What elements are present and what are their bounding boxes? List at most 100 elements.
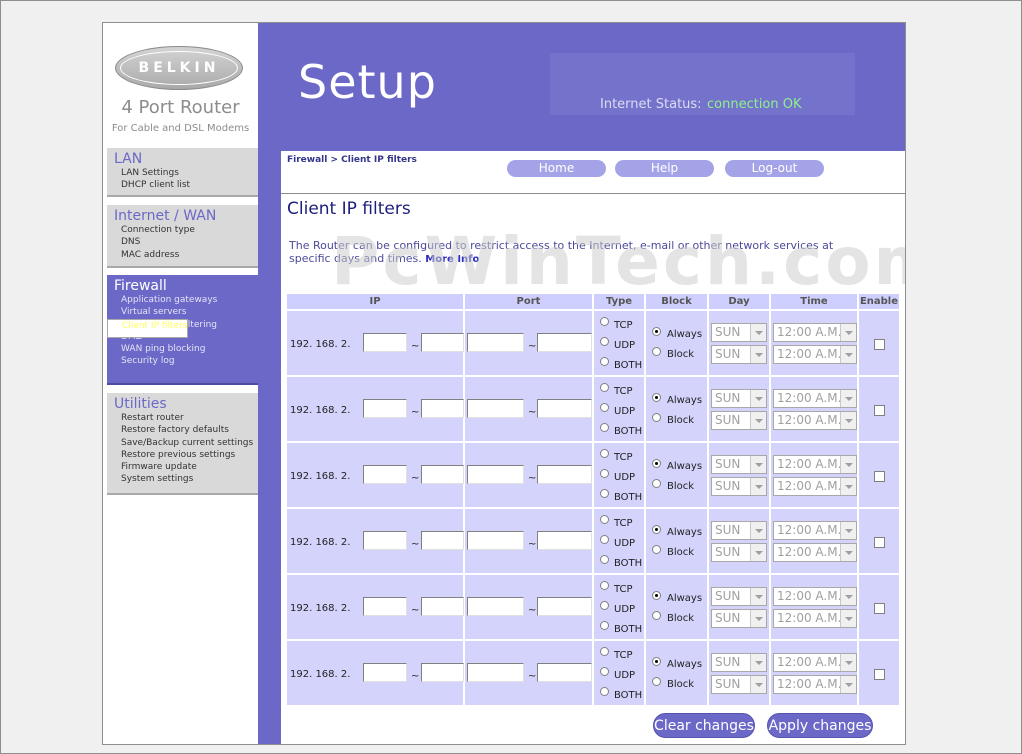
- ip-start-input[interactable]: [363, 663, 407, 682]
- ip-start-input[interactable]: [363, 465, 407, 484]
- ip-end-input[interactable]: [421, 531, 464, 550]
- home-button[interactable]: Home: [507, 160, 606, 177]
- logout-button[interactable]: Log-out: [725, 160, 824, 177]
- block-time-block-radio[interactable]: [652, 677, 661, 686]
- enable-checkbox[interactable]: [874, 405, 885, 416]
- port-end-input[interactable]: [537, 531, 592, 550]
- menu-item-restore-factory-defaults[interactable]: Restore factory defaults: [107, 424, 258, 436]
- day-start-select[interactable]: SUN: [711, 455, 767, 474]
- menu-item-security-log[interactable]: Security log: [107, 355, 258, 367]
- menu-heading-firewall[interactable]: Firewall: [107, 275, 258, 294]
- ip-end-input[interactable]: [421, 399, 464, 418]
- menu-item-restore-previous-settings[interactable]: Restore previous settings: [107, 449, 258, 461]
- time-start-select[interactable]: 12:00 A.M.: [773, 587, 857, 606]
- port-end-input[interactable]: [537, 333, 592, 352]
- port-start-input[interactable]: [467, 663, 524, 682]
- apply-changes-button[interactable]: Apply changes: [767, 713, 873, 738]
- menu-item-connection-type[interactable]: Connection type: [107, 224, 258, 236]
- day-start-select[interactable]: SUN: [711, 389, 767, 408]
- block-time-always-radio[interactable]: [652, 393, 661, 402]
- port-end-input[interactable]: [537, 663, 592, 682]
- more-info-link[interactable]: More Info: [425, 254, 479, 265]
- ip-start-input[interactable]: [363, 333, 407, 352]
- day-end-select[interactable]: SUN: [711, 543, 767, 562]
- ip-end-input[interactable]: [421, 597, 464, 616]
- type-radio-both[interactable]: [600, 687, 609, 696]
- menu-item-application-gateways[interactable]: Application gateways: [107, 294, 258, 306]
- time-end-select[interactable]: 12:00 A.M.: [773, 345, 857, 364]
- time-start-select[interactable]: 12:00 A.M.: [773, 389, 857, 408]
- clear-changes-button[interactable]: Clear changes: [653, 713, 755, 738]
- port-start-input[interactable]: [467, 531, 524, 550]
- type-radio-both[interactable]: [600, 489, 609, 498]
- port-end-input[interactable]: [537, 399, 592, 418]
- type-radio-tcp[interactable]: [600, 515, 609, 524]
- block-time-block-radio[interactable]: [652, 479, 661, 488]
- ip-start-input[interactable]: [363, 597, 407, 616]
- day-end-select[interactable]: SUN: [711, 477, 767, 496]
- block-time-always-radio[interactable]: [652, 459, 661, 468]
- enable-checkbox[interactable]: [874, 669, 885, 680]
- type-radio-udp[interactable]: [600, 403, 609, 412]
- menu-heading-lan[interactable]: LAN: [107, 148, 258, 167]
- ip-start-input[interactable]: [363, 399, 407, 418]
- type-radio-tcp[interactable]: [600, 449, 609, 458]
- block-time-always-radio[interactable]: [652, 327, 661, 336]
- type-radio-udp[interactable]: [600, 337, 609, 346]
- block-time-block-radio[interactable]: [652, 545, 661, 554]
- day-start-select[interactable]: SUN: [711, 587, 767, 606]
- type-radio-tcp[interactable]: [600, 383, 609, 392]
- menu-item-system-settings[interactable]: System settings: [107, 473, 258, 485]
- port-end-input[interactable]: [537, 465, 592, 484]
- port-start-input[interactable]: [467, 465, 524, 484]
- time-end-select[interactable]: 12:00 A.M.: [773, 609, 857, 628]
- type-radio-udp[interactable]: [600, 667, 609, 676]
- port-start-input[interactable]: [467, 399, 524, 418]
- block-time-block-radio[interactable]: [652, 347, 661, 356]
- type-radio-both[interactable]: [600, 357, 609, 366]
- port-end-input[interactable]: [537, 597, 592, 616]
- time-end-select[interactable]: 12:00 A.M.: [773, 411, 857, 430]
- menu-item-dhcp-client-list[interactable]: DHCP client list: [107, 179, 258, 191]
- block-time-block-radio[interactable]: [652, 413, 661, 422]
- block-time-block-radio[interactable]: [652, 611, 661, 620]
- enable-checkbox[interactable]: [874, 603, 885, 614]
- time-start-select[interactable]: 12:00 A.M.: [773, 521, 857, 540]
- menu-item-virtual-servers[interactable]: Virtual servers: [107, 306, 258, 318]
- type-radio-both[interactable]: [600, 423, 609, 432]
- day-end-select[interactable]: SUN: [711, 609, 767, 628]
- enable-checkbox[interactable]: [874, 339, 885, 350]
- enable-checkbox[interactable]: [874, 537, 885, 548]
- menu-heading-utilities[interactable]: Utilities: [107, 393, 258, 412]
- type-radio-udp[interactable]: [600, 535, 609, 544]
- day-end-select[interactable]: SUN: [711, 675, 767, 694]
- day-start-select[interactable]: SUN: [711, 323, 767, 342]
- time-end-select[interactable]: 12:00 A.M.: [773, 477, 857, 496]
- ip-end-input[interactable]: [421, 465, 464, 484]
- type-radio-tcp[interactable]: [600, 581, 609, 590]
- type-radio-udp[interactable]: [600, 601, 609, 610]
- type-radio-tcp[interactable]: [600, 647, 609, 656]
- menu-item-dns[interactable]: DNS: [107, 236, 258, 248]
- day-end-select[interactable]: SUN: [711, 345, 767, 364]
- ip-end-input[interactable]: [421, 333, 464, 352]
- menu-item-lan-settings[interactable]: LAN Settings: [107, 167, 258, 179]
- menu-item-firmware-update[interactable]: Firmware update: [107, 461, 258, 473]
- menu-heading-wan[interactable]: Internet / WAN: [107, 205, 258, 224]
- type-radio-udp[interactable]: [600, 469, 609, 478]
- menu-item-save-backup-settings[interactable]: Save/Backup current settings: [107, 437, 258, 449]
- type-radio-tcp[interactable]: [600, 317, 609, 326]
- block-time-always-radio[interactable]: [652, 591, 661, 600]
- block-time-always-radio[interactable]: [652, 657, 661, 666]
- block-time-always-radio[interactable]: [652, 525, 661, 534]
- enable-checkbox[interactable]: [874, 471, 885, 482]
- day-start-select[interactable]: SUN: [711, 653, 767, 672]
- menu-item-client-ip-filters[interactable]: Client IP filters: [107, 318, 189, 338]
- time-end-select[interactable]: 12:00 A.M.: [773, 675, 857, 694]
- day-end-select[interactable]: SUN: [711, 411, 767, 430]
- type-radio-both[interactable]: [600, 621, 609, 630]
- time-end-select[interactable]: 12:00 A.M.: [773, 543, 857, 562]
- menu-item-mac-address[interactable]: MAC address: [107, 249, 258, 261]
- menu-item-restart-router[interactable]: Restart router: [107, 412, 258, 424]
- help-button[interactable]: Help: [615, 160, 714, 177]
